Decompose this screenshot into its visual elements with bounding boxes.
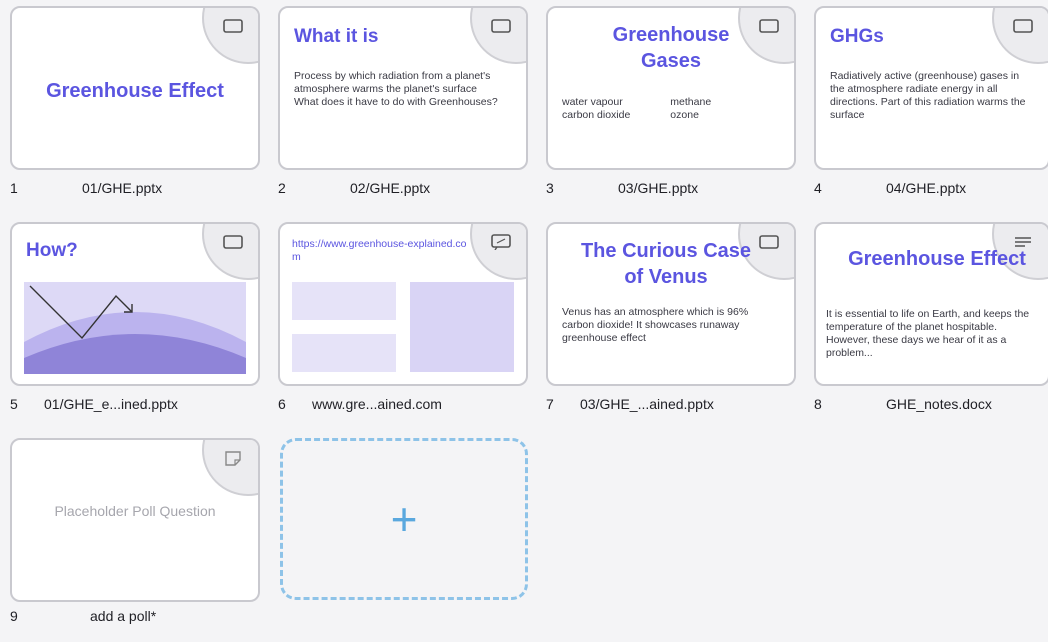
slide-column-right: methane ozone — [670, 96, 712, 121]
slide-caption: 6 www.gre...ained.com — [278, 396, 528, 416]
poll-icon — [222, 450, 244, 466]
corner-badge — [202, 440, 258, 496]
web-block — [292, 334, 396, 372]
slide-icon — [222, 234, 244, 250]
corner-badge — [470, 8, 526, 64]
slide-body: It is essential to life on Earth, and ke… — [826, 308, 1030, 359]
slide-tile-6: https://www.greenhouse-explained.com 6 w… — [268, 216, 528, 426]
slide-number: 3 — [546, 180, 554, 196]
slide-filename: 02/GHE.pptx — [350, 180, 431, 196]
slide-body: Venus has an atmosphere which is 96% car… — [562, 306, 749, 344]
corner-badge — [470, 224, 526, 280]
slide-number: 2 — [278, 180, 286, 196]
slide-tile-2: What it is Process by which radiation fr… — [268, 0, 528, 210]
slide-tile-3: Greenhouse Gases water vapour carbon dio… — [536, 0, 796, 210]
slide-number: 6 — [278, 396, 286, 412]
slide-number: 8 — [814, 396, 822, 412]
slide-tile-4: GHGs Radiatively active (greenhouse) gas… — [804, 0, 1048, 210]
web-block — [410, 282, 514, 372]
slide-filename: 04/GHE.pptx — [886, 180, 967, 196]
slide-filename: 01/GHE.pptx — [82, 180, 163, 196]
slide-filename: 03/GHE_...ained.pptx — [580, 396, 714, 412]
slide-tile-1: Greenhouse Effect 1 01/GHE.pptx — [0, 0, 260, 210]
slide-icon — [758, 18, 780, 34]
slide-number: 7 — [546, 396, 554, 412]
slide-icon — [1012, 18, 1034, 34]
poll-placeholder: Placeholder Poll Question — [54, 503, 216, 519]
slide-tile-8: Greenhouse Effect It is essential to lif… — [804, 216, 1048, 426]
slide-card[interactable]: How? — [10, 222, 260, 386]
slide-caption: 7 03/GHE_...ained.pptx — [546, 396, 796, 416]
slide-number: 1 — [10, 180, 18, 196]
corner-badge — [992, 8, 1048, 64]
slide-filename: add a poll* — [90, 608, 157, 624]
corner-badge — [202, 224, 258, 280]
corner-badge — [202, 8, 258, 64]
slide-card[interactable]: GHGs Radiatively active (greenhouse) gas… — [814, 6, 1048, 170]
page-url: https://www.greenhouse-explained.com — [292, 238, 467, 263]
slide-caption: 8 GHE_notes.docx — [814, 396, 1048, 416]
slide-title: Greenhouse Effect — [46, 80, 224, 102]
add-slide-button[interactable]: + — [280, 438, 528, 600]
slide-caption: 9 add a poll* — [10, 608, 260, 628]
slide-caption: 5 01/GHE_e...ined.pptx — [10, 396, 260, 416]
slide-caption: 4 04/GHE.pptx — [814, 180, 1048, 200]
slide-tile-9: Placeholder Poll Question 9 add a poll* — [0, 432, 260, 642]
slide-title: Greenhouse Gases — [612, 24, 730, 72]
slide-caption: 2 02/GHE.pptx — [278, 180, 528, 200]
slide-filename: www.gre...ained.com — [312, 396, 442, 412]
slide-title: How? — [26, 240, 78, 261]
slide-caption: 3 03/GHE.pptx — [546, 180, 796, 200]
slide-icon — [758, 234, 780, 250]
slide-grid: Greenhouse Effect 1 01/GHE.pptx What it … — [0, 0, 1048, 627]
slide-number: 9 — [10, 608, 18, 624]
slide-column-left: water vapour carbon dioxide — [562, 96, 631, 121]
slide-card[interactable]: The Curious Case of Venus Venus has an a… — [546, 222, 796, 386]
slide-card[interactable]: Greenhouse Gases water vapour carbon dio… — [546, 6, 796, 170]
slide-tile-5: How? 5 01/GHE_e...ined.pptx — [0, 216, 260, 426]
slide-title: The Curious Case of Venus — [580, 240, 752, 288]
web-block — [292, 282, 396, 320]
slide-caption: 1 01/GHE.pptx — [10, 180, 260, 200]
slide-card[interactable]: Placeholder Poll Question — [10, 438, 260, 602]
slide-tile-7: The Curious Case of Venus Venus has an a… — [536, 216, 796, 426]
slide-icon — [490, 18, 512, 34]
slide-title: GHGs — [830, 26, 884, 47]
slide-card[interactable]: What it is Process by which radiation fr… — [278, 6, 528, 170]
slide-number: 5 — [10, 396, 18, 412]
slide-body: Process by which radiation from a planet… — [294, 70, 498, 108]
slide-card[interactable]: https://www.greenhouse-explained.com — [278, 222, 528, 386]
slide-card[interactable]: Greenhouse Effect It is essential to lif… — [814, 222, 1048, 386]
slide-title: What it is — [294, 26, 379, 47]
web-icon — [490, 234, 512, 250]
slide-number: 4 — [814, 180, 822, 196]
slide-filename: 01/GHE_e...ined.pptx — [44, 396, 178, 412]
slide-card[interactable]: Greenhouse Effect — [10, 6, 260, 170]
slide-title: Greenhouse Effect — [848, 248, 1026, 270]
slide-icon — [222, 18, 244, 34]
slide-filename: 03/GHE.pptx — [618, 180, 699, 196]
slide-body: Radiatively active (greenhouse) gases in… — [830, 70, 1026, 121]
greenhouse-illustration — [24, 282, 246, 374]
plus-icon: + — [390, 493, 418, 545]
slide-filename: GHE_notes.docx — [886, 396, 992, 412]
slide-columns: water vapour carbon dioxide methane ozon… — [562, 96, 780, 122]
